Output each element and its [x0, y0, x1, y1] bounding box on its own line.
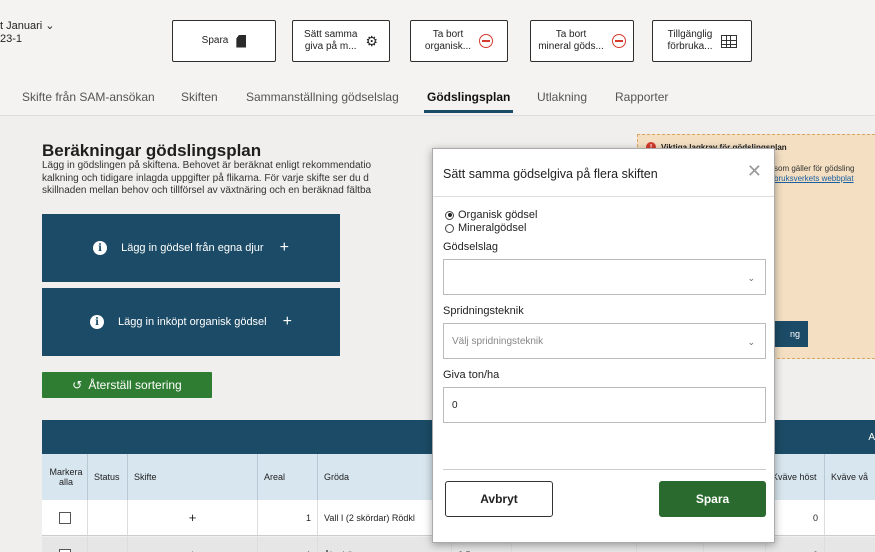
radio-organic-label: Organisk gödsel: [458, 209, 538, 221]
column-status[interactable]: Status: [88, 454, 128, 500]
minus-circle-icon: [611, 34, 626, 48]
add-bought-manure-button[interactable]: i Lägg in inköpt organisk gödsel +: [42, 288, 340, 356]
radio-organic[interactable]: Organisk gödsel: [445, 209, 538, 221]
radio-mineral[interactable]: Mineralgödsel: [445, 222, 526, 234]
close-icon[interactable]: ✕: [747, 161, 762, 182]
save-button[interactable]: Spara: [659, 481, 766, 517]
row-select-cell: [42, 500, 88, 535]
save-toolbar-button[interactable]: Spara: [172, 20, 276, 62]
remove-organic-toolbar-button[interactable]: Ta bort organisk...: [410, 20, 508, 62]
chevron-down-icon: ⌄: [747, 337, 755, 347]
tab-sam[interactable]: Skifte från SAM-ansökan: [22, 90, 155, 104]
dose-input[interactable]: 0: [443, 387, 766, 423]
same-dose-toolbar-button[interactable]: Sätt samma giva på m... ⚙: [292, 20, 390, 62]
fertilizer-select[interactable]: ⌄: [443, 259, 766, 295]
expand-button[interactable]: +: [128, 500, 258, 535]
year-label: t Januari: [0, 20, 43, 32]
page-title: Beräkningar gödslingsplan: [42, 141, 262, 160]
add-bought-manure-label: Lägg in inköpt organisk gödsel: [118, 316, 267, 328]
tab-godslingsplan[interactable]: Gödslingsplan: [423, 90, 514, 113]
column-kvave-var[interactable]: Kväve vå: [825, 454, 875, 500]
toolbar: t Januari ⌄ 23-1 Spara Sätt samma giva p…: [0, 0, 875, 80]
available-consumption-toolbar-button[interactable]: Tillgänglig förbruka...: [652, 20, 752, 62]
technique-select[interactable]: Välj spridningsteknik ⌄: [443, 323, 766, 359]
minus-circle-icon: [479, 34, 494, 48]
info-icon: i: [90, 315, 105, 329]
fertilizer-label: Gödselslag: [443, 241, 499, 253]
add-own-animal-manure-button[interactable]: i Lägg in gödsel från egna djur +: [42, 214, 340, 282]
column-skifte[interactable]: Skifte: [128, 454, 258, 500]
row-select-cell: [42, 537, 88, 552]
column-select-all[interactable]: Markera alla: [42, 454, 88, 500]
modal-title: Sätt samma gödselgiva på flera skiften: [443, 167, 658, 181]
areal-cell: 1: [258, 500, 318, 535]
radio-mineral-label: Mineralgödsel: [458, 222, 527, 234]
cancel-button[interactable]: Avbryt: [445, 481, 553, 517]
year-selector[interactable]: t Januari ⌄ 23-1: [0, 20, 54, 46]
table-header-text: A: [868, 432, 875, 443]
grid-icon: [720, 34, 737, 48]
modal-divider: [433, 196, 774, 197]
remove-organic-toolbar-label: Ta bort organisk...: [424, 29, 472, 52]
remove-mineral-toolbar-button[interactable]: Ta bort mineral göds...: [530, 20, 634, 62]
gear-icon: ⚙: [365, 33, 378, 49]
intro-line: Lägg in gödslingen på skiftena. Behovet …: [42, 160, 372, 171]
tab-utlakning[interactable]: Utlakning: [537, 90, 587, 104]
available-consumption-toolbar-label: Tillgänglig förbruka...: [667, 29, 713, 52]
remove-mineral-toolbar-label: Ta bort mineral göds...: [538, 29, 604, 52]
kvave-var-cell: [825, 500, 875, 535]
dose-value: 0: [452, 399, 458, 411]
tab-rapporter[interactable]: Rapporter: [615, 90, 668, 104]
undo-icon: ↺: [72, 378, 83, 392]
info-icon: i: [93, 241, 108, 255]
status-cell: [88, 537, 128, 552]
chevron-down-icon: ⌄: [747, 273, 755, 283]
intro-line: skillnaden mellan behov och tillförsel a…: [42, 185, 372, 196]
areal-cell: 1: [258, 537, 318, 552]
year-sub-label: 23-1: [0, 33, 23, 45]
chevron-down-icon: ⌄: [45, 20, 55, 32]
add-own-animal-manure-label: Lägg in gödsel från egna djur: [121, 242, 264, 254]
row-checkbox[interactable]: [58, 548, 71, 552]
tab-skiften[interactable]: Skiften: [181, 90, 218, 104]
radio-organic-dot[interactable]: [445, 210, 454, 220]
plus-icon: +: [282, 313, 292, 330]
status-cell: [88, 500, 128, 535]
reset-sort-button[interactable]: ↺ Återställ sortering: [42, 372, 212, 398]
legal-requirements-link[interactable]: bruksverkets webbplat: [774, 174, 854, 183]
nav-tabs: Skifte från SAM-ansökan Skiften Sammanst…: [0, 80, 875, 116]
kvave-var-cell: [825, 537, 875, 552]
reset-sort-label: Återställ sortering: [88, 378, 182, 392]
intro-line: kalkning och tidigare inlagda uppgifter …: [42, 172, 369, 184]
save-toolbar-label: Spara: [201, 35, 229, 46]
technique-label: Spridningsteknik: [443, 305, 524, 317]
expand-button[interactable]: +: [128, 537, 258, 552]
intro-text: Lägg in gödslingen på skiftena. Behovet …: [42, 160, 442, 198]
same-dose-modal: Sätt samma gödselgiva på flera skiften ✕…: [432, 148, 775, 543]
dose-label: Giva ton/ha: [443, 369, 500, 381]
row-checkbox[interactable]: [58, 511, 71, 524]
plus-icon: +: [279, 239, 289, 256]
same-dose-toolbar-label: Sätt samma giva på m...: [304, 29, 358, 52]
file-icon: [236, 34, 247, 48]
modal-footer-divider: [443, 469, 766, 470]
legal-requirements-text: som gäller för gödsling: [774, 164, 855, 173]
tab-sammanstallning[interactable]: Sammanställning gödselslag: [246, 90, 399, 104]
technique-placeholder: Välj spridningsteknik: [452, 335, 544, 347]
radio-mineral-dot[interactable]: [445, 223, 454, 233]
column-areal[interactable]: Areal: [258, 454, 318, 500]
